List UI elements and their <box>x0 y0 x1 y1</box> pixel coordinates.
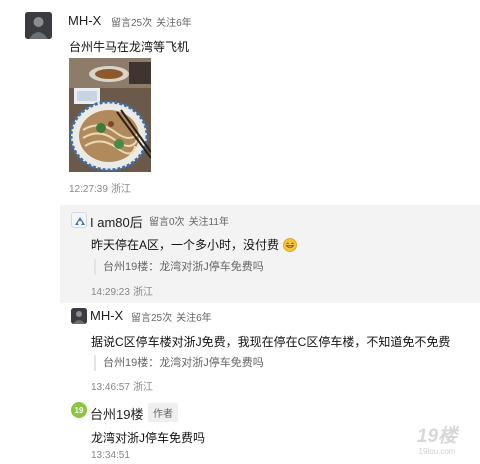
avatar[interactable] <box>71 308 87 324</box>
author-badge: 作者 <box>148 403 178 422</box>
svg-text:19: 19 <box>75 406 84 415</box>
post-time: 13:34:51 <box>91 450 130 461</box>
timestamp: 13:34:51 <box>91 450 130 461</box>
reply-count: 留言25次 <box>131 313 173 324</box>
username[interactable]: MH-X <box>90 308 123 323</box>
post-content: 台州牛马在龙湾等飞机 <box>69 40 190 54</box>
post-content: 龙湾对浙J停车免费吗 <box>91 431 206 445</box>
avatar[interactable] <box>25 12 52 39</box>
post-content: 昨天停在A区，一个多小时，没付费 <box>91 236 298 255</box>
location: 浙江 <box>132 287 153 298</box>
timestamp: 13:46:57 <box>91 382 130 393</box>
post-time: 12:27:39 浙江 <box>69 180 131 195</box>
post-text: 昨天停在A区，一个多小时，没付费 <box>91 238 280 252</box>
username[interactable]: I am80后 <box>90 212 143 231</box>
watermark-url: 19lou.com <box>419 447 456 456</box>
post-time: 14:29:23 浙江 <box>91 283 153 298</box>
user-meta: 留言0次 关注11年 <box>149 213 233 228</box>
username[interactable]: 台州19楼 <box>90 404 143 423</box>
avatar[interactable]: 19 <box>71 402 87 418</box>
reply-count: 留言0次 <box>149 217 185 228</box>
user-meta: 留言25次 关注6年 <box>131 309 216 324</box>
timestamp: 14:29:23 <box>91 287 130 298</box>
site-watermark: 19楼 19lou.com <box>412 422 462 458</box>
location: 浙江 <box>110 184 131 195</box>
post-content: 据说C区停车楼对浙J免费，我现在停在C区停车楼，不知道免不免费 <box>91 335 451 349</box>
noodle-photo[interactable] <box>69 58 151 172</box>
follow-duration: 关注6年 <box>156 18 192 29</box>
location: 浙江 <box>132 382 153 393</box>
quoted-post[interactable]: 台州19楼：龙湾对浙J停车免费吗 <box>94 259 264 275</box>
reply-count: 留言25次 <box>111 18 153 29</box>
post-time: 13:46:57 浙江 <box>91 378 153 393</box>
username[interactable]: MH-X <box>68 13 101 28</box>
watermark-logo: 19楼 <box>417 425 460 447</box>
grinning-emoji-icon <box>283 238 298 255</box>
user-meta: 留言25次 关注6年 <box>111 14 196 29</box>
avatar[interactable] <box>71 212 87 228</box>
timestamp: 12:27:39 <box>69 184 108 195</box>
quoted-post[interactable]: 台州19楼：龙湾对浙J停车免费吗 <box>94 355 264 371</box>
follow-duration: 关注6年 <box>176 313 212 324</box>
follow-duration: 关注11年 <box>188 217 229 228</box>
